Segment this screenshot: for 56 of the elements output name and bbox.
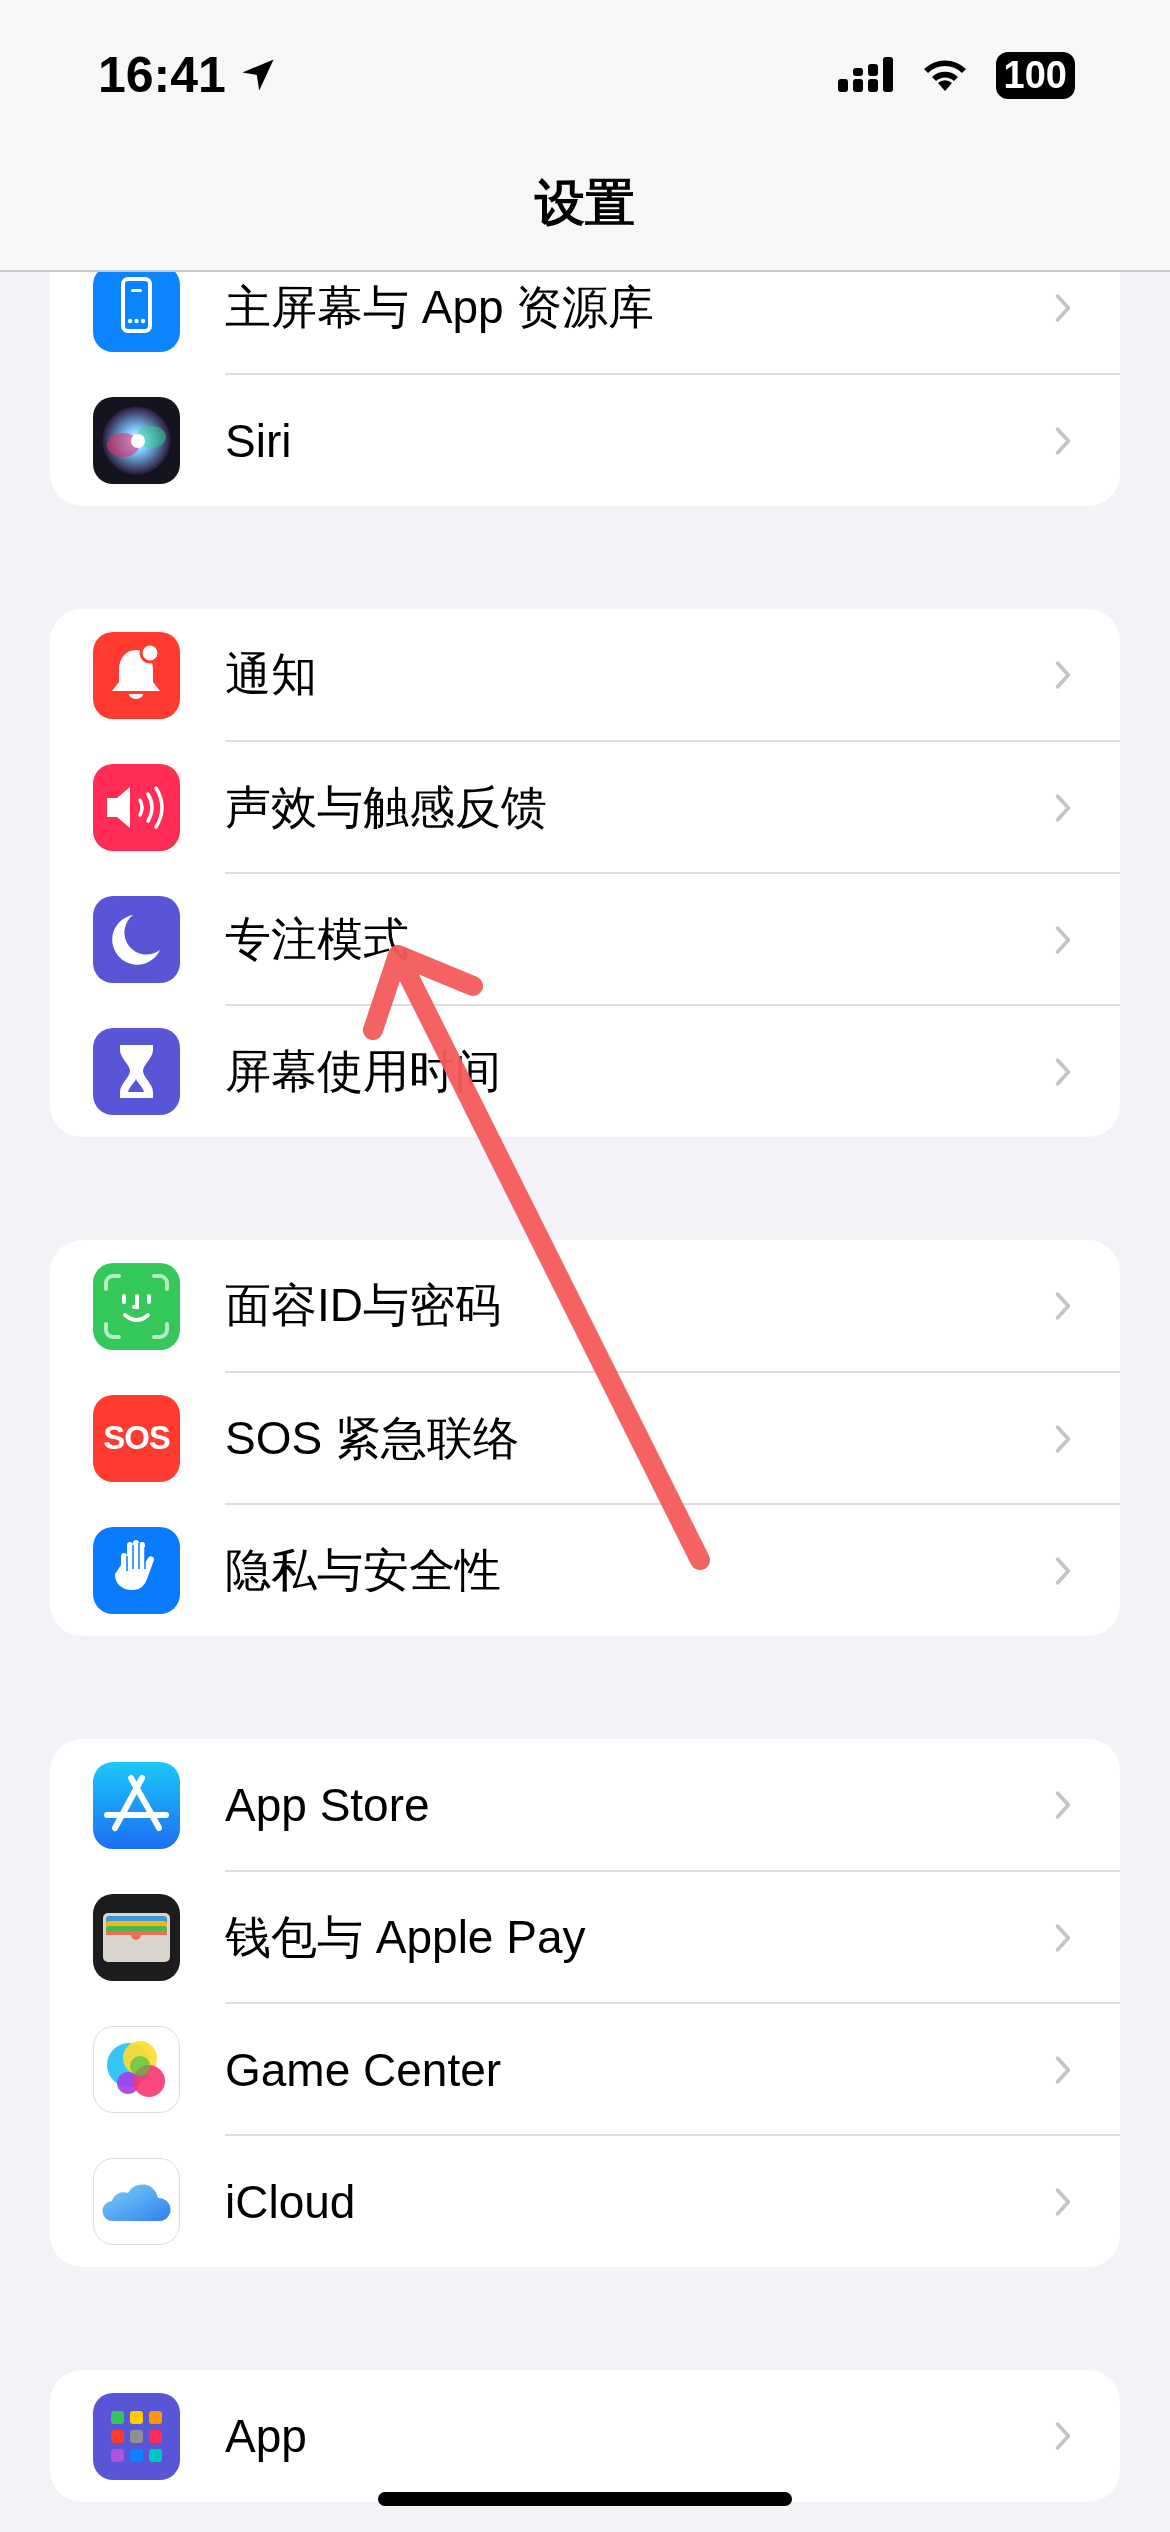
orb-icon bbox=[93, 396, 180, 484]
store-icon bbox=[93, 1761, 180, 1849]
row-label: 声效与触感反馈 bbox=[225, 780, 547, 835]
chevron-icon bbox=[1054, 925, 1072, 955]
moon-icon bbox=[93, 895, 180, 983]
battery-level: 100 bbox=[1003, 53, 1067, 96]
settings-row[interactable]: 钱包与 Apple Pay bbox=[50, 1871, 1120, 2003]
signal-icon bbox=[837, 57, 894, 93]
settings-row[interactable]: 隐私与安全性 bbox=[50, 1504, 1120, 1636]
settings-row[interactable]: App Store bbox=[50, 1739, 1120, 1871]
chevron-icon bbox=[1054, 1291, 1072, 1321]
settings-row[interactable]: SOS SOS 紧急联络 bbox=[50, 1372, 1120, 1504]
chevron-icon bbox=[1054, 1424, 1072, 1454]
hourglass-icon bbox=[93, 1027, 180, 1115]
row-label: SOS 紧急联络 bbox=[225, 1411, 519, 1466]
chevron-icon bbox=[1054, 1556, 1072, 1586]
row-label: App Store bbox=[225, 1778, 430, 1832]
row-label: App bbox=[225, 2409, 307, 2463]
chevron-icon bbox=[1054, 1057, 1072, 1087]
settings-row[interactable]: 专注模式 bbox=[50, 873, 1120, 1005]
row-label: Siri bbox=[225, 414, 292, 468]
row-label: 专注模式 bbox=[225, 912, 409, 967]
row-label: 隐私与安全性 bbox=[225, 1543, 501, 1598]
bubbles-icon bbox=[93, 2025, 180, 2113]
cloud-icon bbox=[93, 2157, 180, 2245]
bell-icon bbox=[93, 631, 180, 719]
settings-row[interactable]: Game Center bbox=[50, 2003, 1120, 2135]
chevron-icon bbox=[1054, 1923, 1072, 1953]
chevron-icon bbox=[1054, 426, 1072, 456]
wallet-icon bbox=[93, 1893, 180, 1981]
chevron-icon bbox=[1054, 2055, 1072, 2085]
chevron-icon bbox=[1054, 2421, 1072, 2451]
settings-row[interactable]: 面容ID与密码 bbox=[50, 1240, 1120, 1372]
row-label: 主屏幕与 App 资源库 bbox=[225, 280, 655, 335]
chevron-icon bbox=[1054, 660, 1072, 690]
hand-icon bbox=[93, 1526, 180, 1614]
chevron-icon bbox=[1054, 793, 1072, 823]
settings-row[interactable]: iCloud bbox=[50, 2135, 1120, 2267]
settings-row[interactable]: Siri bbox=[50, 374, 1120, 506]
row-label: 钱包与 Apple Pay bbox=[225, 1910, 586, 1965]
row-label: 通知 bbox=[225, 647, 317, 702]
chevron-icon bbox=[1054, 1790, 1072, 1820]
app-grid-icon bbox=[93, 2392, 180, 2480]
settings-row[interactable]: 通知 bbox=[50, 609, 1120, 741]
row-label: iCloud bbox=[225, 2175, 356, 2229]
sos-icon: SOS bbox=[93, 1394, 180, 1482]
face-scan-icon bbox=[93, 1262, 180, 1350]
row-label: Game Center bbox=[225, 2043, 502, 2097]
status-time: 16:41 bbox=[98, 46, 226, 104]
settings-row[interactable]: App bbox=[50, 2370, 1120, 2502]
row-label: 面容ID与密码 bbox=[225, 1278, 501, 1333]
settings-row[interactable]: 声效与触感反馈 bbox=[50, 741, 1120, 873]
chevron-icon bbox=[1054, 293, 1072, 323]
chevron-icon bbox=[1054, 2187, 1072, 2217]
page-title: 设置 bbox=[533, 174, 636, 233]
speaker-icon bbox=[93, 763, 180, 851]
